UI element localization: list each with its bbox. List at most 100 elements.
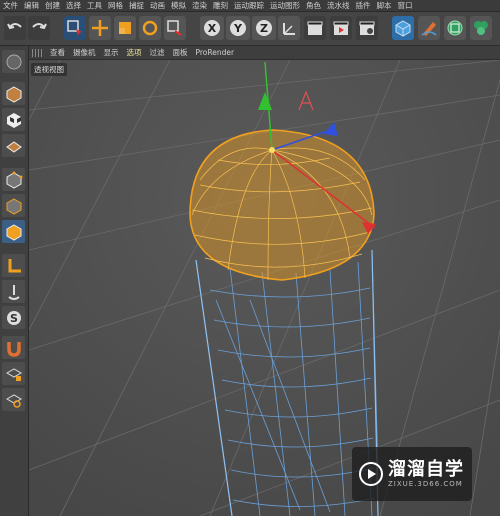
menu-edit[interactable]: 编辑 [21,0,42,11]
watermark-url: ZIXUE.3D66.COM [388,480,463,488]
cube-object-button[interactable] [392,16,414,40]
locked-workplane-button[interactable] [2,362,25,385]
checker-cube-icon [6,112,21,128]
z-axis-icon: Z [256,20,272,36]
render-settings-button[interactable] [356,16,378,40]
polygons-mode-button[interactable] [2,220,25,243]
undo-icon [7,23,22,30]
rotate-icon [142,20,158,36]
svg-text:X: X [208,22,217,35]
undo-button[interactable] [4,16,26,40]
menu-character[interactable]: 角色 [303,0,324,11]
menu-sculpt[interactable]: 雕刻 [210,0,231,11]
viewport-menu-prorender[interactable]: ProRender [192,48,239,57]
workplane-mode-button[interactable] [2,134,25,157]
menu-animate[interactable]: 动画 [147,0,168,11]
menu-create[interactable]: 创建 [42,0,63,11]
edges-mode-button[interactable] [2,194,25,217]
workplane-icon [5,140,22,153]
viewport-menu-options[interactable]: 选项 [123,47,146,58]
scale-tool-button[interactable] [114,16,136,40]
pen-spline-button[interactable] [418,16,440,40]
lock-z-axis-button[interactable]: Z [252,16,276,40]
make-editable-icon [6,54,21,69]
points-cube-icon [6,171,22,189]
move-tool-button[interactable] [89,16,111,40]
menu-mesh[interactable]: 网格 [105,0,126,11]
texture-mode-button[interactable] [2,108,25,131]
rotate-tool-button[interactable] [139,16,161,40]
clapper-play-icon [333,21,349,35]
axis-l-icon [8,258,21,272]
make-editable-button[interactable] [2,50,25,73]
pen-icon [421,22,437,36]
viewport-menu-display[interactable]: 显示 [100,47,123,58]
coordinate-system-button[interactable] [278,16,300,40]
menu-render[interactable]: 渲染 [189,0,210,11]
viewport-menu-view[interactable]: 查看 [46,47,69,58]
tweak-icon [7,284,20,300]
left-mode-toolbar: S [0,46,29,516]
menu-simulate[interactable]: 模拟 [168,0,189,11]
svg-text:S: S [10,312,18,325]
render-to-picture-viewer-button[interactable] [330,16,352,40]
menu-script[interactable]: 脚本 [374,0,395,11]
viewport-menu-bar: 查看 摄像机 显示 选项 过滤 面板 ProRender [29,46,500,60]
menu-select[interactable]: 选择 [63,0,84,11]
watermark-title: 溜溜自学 [388,459,464,480]
lock-x-axis-button[interactable]: X [200,16,224,40]
last-tool-button[interactable] [164,16,186,40]
viewport-menu-cameras[interactable]: 摄像机 [69,47,100,58]
grid-lock-icon [5,367,22,381]
scale-icon [119,22,131,34]
viewport-menu-panel[interactable]: 面板 [169,47,192,58]
magnet-icon [6,341,21,357]
render-view-button[interactable] [304,16,326,40]
enable-snap-button[interactable] [2,336,25,359]
svg-text:Y: Y [233,22,243,35]
viewport-label: 透视视图 [31,63,67,76]
points-mode-button[interactable] [2,168,25,191]
viewport-grip-icon [32,48,42,57]
model-cube-icon [6,85,21,103]
cloner-icon [474,21,488,35]
redo-icon [32,23,47,30]
subdivision-icon [447,20,463,36]
lock-y-axis-button[interactable]: Y [226,16,250,40]
clapper-gear-icon [359,21,375,35]
y-axis-icon: Y [230,20,246,36]
svg-text:Z: Z [260,22,268,35]
menu-tools[interactable]: 工具 [84,0,105,11]
menu-mograph[interactable]: 运动图形 [267,0,303,11]
clapper-icon [307,21,323,35]
edges-cube-icon [6,197,21,215]
grid-target-icon [5,393,22,408]
cube-icon [395,20,411,37]
live-selection-button[interactable] [64,16,86,40]
planar-workplane-button[interactable] [2,388,25,411]
cloner-button[interactable] [470,16,492,40]
watermark: 溜溜自学 ZIXUE.3D66.COM [352,447,472,501]
x-axis-icon: X [204,20,220,36]
main-menu-bar: 文件 编辑 创建 选择 工具 网格 捕捉 动画 模拟 渲染 雕刻 运动跟踪 运动… [0,0,500,12]
redo-button[interactable] [28,16,50,40]
tweak-mode-button[interactable] [2,280,25,303]
main-toolbar: X Y Z [0,12,500,46]
last-tool-icon [167,20,182,36]
coordinate-system-icon [283,23,295,35]
menu-pipeline[interactable]: 流水线 [324,0,353,11]
snapping-button[interactable]: S [2,306,25,329]
menu-window[interactable]: 窗口 [395,0,416,11]
subdivision-surface-button[interactable] [444,16,466,40]
sphere-selection [189,129,375,281]
watermark-logo-icon [359,462,383,486]
selection-icon [67,20,82,36]
menu-motion-tracker[interactable]: 运动跟踪 [231,0,267,11]
menu-plugins[interactable]: 插件 [353,0,374,11]
viewport-menu-filter[interactable]: 过滤 [146,47,169,58]
menu-file[interactable]: 文件 [0,0,21,11]
model-mode-button[interactable] [2,82,25,105]
menu-snap[interactable]: 捕捉 [126,0,147,11]
axis-mode-button[interactable] [2,254,25,277]
snap-s-icon: S [6,310,21,325]
